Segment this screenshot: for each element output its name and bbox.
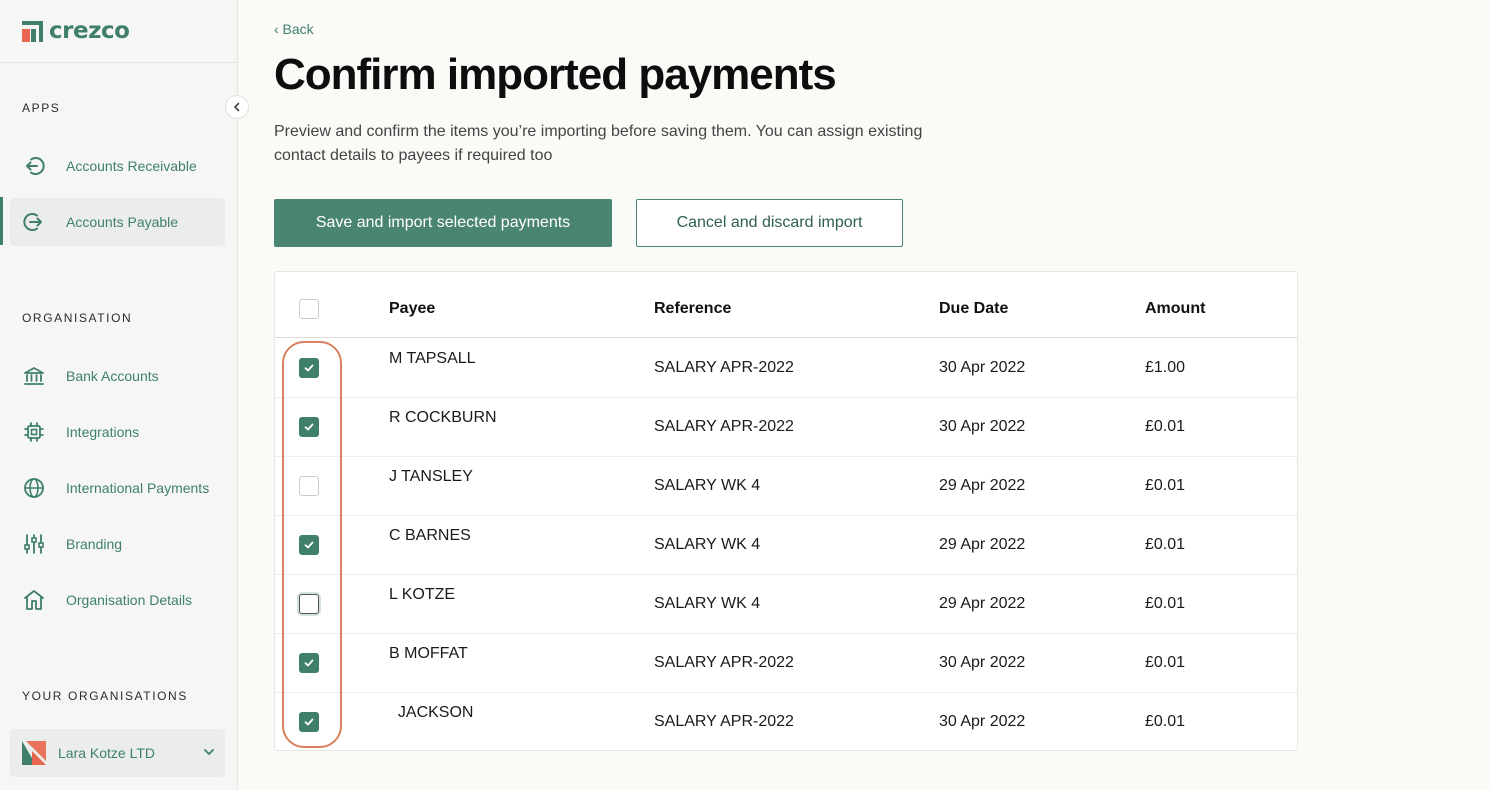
table-row[interactable]: B MOFFAT SALARY APR-2022 30 Apr 2022 £0.01	[275, 634, 1297, 693]
due-date-cell: 29 Apr 2022	[939, 477, 1026, 494]
sidebar: crezco APPS Accounts Receivable Accounts…	[0, 0, 249, 790]
checkmark-icon	[304, 659, 314, 667]
reference-cell: SALARY APR-2022	[654, 418, 794, 435]
amount-cell: £0.01	[1145, 595, 1186, 612]
due-date-cell: 29 Apr 2022	[939, 595, 1026, 612]
sidebar-item-label: Organisation Details	[66, 592, 193, 608]
save-and-import-button[interactable]: Save and import selected payments	[274, 199, 612, 247]
arrow-in-circle-icon	[26, 157, 45, 175]
payments-table: Payee Reference Due Date Amount M TAPSAL…	[274, 271, 1298, 751]
sidebar-item-label: International Payments	[66, 480, 210, 496]
due-date-cell: 30 Apr 2022	[939, 359, 1026, 376]
sidebar-item-label: Branding	[66, 536, 123, 552]
row-select-checkbox[interactable]	[299, 476, 319, 496]
organisation-logo-icon	[22, 741, 46, 765]
organisation-switcher[interactable]: Lara Kotze LTD	[10, 729, 225, 777]
chevron-down-icon	[204, 749, 214, 756]
select-all-checkbox[interactable]	[299, 299, 319, 319]
row-select-checkbox[interactable]	[299, 594, 319, 614]
reference-cell: SALARY WK 4	[654, 595, 761, 612]
table-header: Payee Reference Due Date Amount	[275, 272, 1297, 338]
payee-cell: JACKSON	[389, 704, 474, 721]
crezco-logo-icon	[22, 20, 43, 42]
due-date-cell: 29 Apr 2022	[939, 536, 1026, 553]
table-row[interactable]: JACKSON SALARY APR-2022 30 Apr 2022 £0.01	[275, 693, 1297, 752]
row-select-checkbox[interactable]	[299, 712, 319, 732]
reference-cell: SALARY APR-2022	[654, 359, 794, 376]
reference-cell: SALARY WK 4	[654, 536, 761, 553]
sidebar-item-label: Accounts Payable	[66, 214, 179, 230]
row-select-checkbox[interactable]	[299, 358, 319, 378]
reference-cell: SALARY APR-2022	[654, 713, 794, 730]
collapse-sidebar-button[interactable]	[225, 95, 249, 119]
table-row[interactable]: C BARNES SALARY WK 4 29 Apr 2022 £0.01	[275, 516, 1297, 575]
globe-icon	[24, 478, 44, 498]
table-row[interactable]: L KOTZE SALARY WK 4 29 Apr 2022 £0.01	[275, 575, 1297, 634]
payee-cell: M TAPSALL	[389, 350, 476, 367]
row-select-checkbox[interactable]	[299, 653, 319, 673]
sidebar-item-accounts-payable[interactable]: Accounts Payable	[10, 198, 225, 246]
due-date-cell: 30 Apr 2022	[939, 713, 1026, 730]
organisation-name: Lara Kotze LTD	[58, 745, 156, 761]
checkmark-icon	[304, 364, 314, 372]
sidebar-item-bank-accounts[interactable]: Bank Accounts	[10, 352, 225, 400]
building-icon	[24, 590, 44, 610]
your-organisations-label: YOUR ORGANISATIONS	[22, 689, 188, 703]
sidebar-item-international-payments[interactable]: International Payments	[10, 464, 225, 512]
amount-cell: £0.01	[1145, 477, 1186, 494]
row-select-checkbox[interactable]	[299, 417, 319, 437]
amount-cell: £0.01	[1145, 536, 1186, 553]
cancel-and-discard-button[interactable]: Cancel and discard import	[636, 199, 903, 247]
reference-cell: SALARY WK 4	[654, 477, 761, 494]
sidebar-item-label: Accounts Receivable	[66, 158, 197, 174]
checkmark-icon	[304, 541, 314, 549]
payee-cell: L KOTZE	[389, 586, 456, 603]
column-header-amount: Amount	[1145, 300, 1206, 317]
sidebar-item-accounts-receivable[interactable]: Accounts Receivable	[10, 142, 225, 190]
reference-cell: SALARY APR-2022	[654, 654, 794, 671]
amount-cell: £0.01	[1145, 654, 1186, 671]
table-row[interactable]: M TAPSALL SALARY APR-2022 30 Apr 2022 £1.00	[275, 339, 1297, 398]
payee-cell: C BARNES	[389, 527, 471, 544]
amount-cell: £1.00	[1145, 359, 1186, 376]
crezco-logo[interactable]: crezco	[22, 18, 130, 44]
table-row[interactable]: J TANSLEY SALARY WK 4 29 Apr 2022 £0.01	[275, 457, 1297, 516]
sidebar-item-label: Bank Accounts	[66, 368, 159, 384]
divider	[0, 62, 237, 63]
sidebar-item-label: Integrations	[66, 424, 140, 440]
sidebar-item-organisation-details[interactable]: Organisation Details	[10, 576, 225, 624]
chevron-left-icon	[233, 102, 240, 112]
payee-cell: R COCKBURN	[389, 409, 497, 426]
brand-name: crezco	[49, 18, 130, 44]
sliders-icon	[24, 534, 44, 554]
checkmark-icon	[304, 423, 314, 431]
column-header-reference: Reference	[654, 300, 732, 317]
column-header-due-date: Due Date	[939, 300, 1009, 317]
due-date-cell: 30 Apr 2022	[939, 654, 1026, 671]
arrow-out-circle-icon	[23, 213, 42, 231]
column-header-payee: Payee	[389, 300, 436, 317]
bank-icon	[24, 367, 44, 385]
due-date-cell: 30 Apr 2022	[939, 418, 1026, 435]
organisation-section-label: ORGANISATION	[22, 311, 133, 325]
table-row[interactable]: R COCKBURN SALARY APR-2022 30 Apr 2022 £0.0…	[275, 398, 1297, 457]
page-description: Preview and confirm the items you’re imp…	[274, 123, 923, 164]
back-link[interactable]: ‹ Back	[274, 21, 314, 37]
page-title: Confirm imported payments	[274, 50, 837, 99]
sidebar-item-integrations[interactable]: Integrations	[10, 408, 225, 456]
amount-cell: £0.01	[1145, 418, 1186, 435]
checkmark-icon	[304, 718, 314, 726]
chip-icon	[24, 422, 44, 442]
active-indicator	[0, 197, 3, 245]
payee-cell: J TANSLEY	[389, 468, 473, 485]
amount-cell: £0.01	[1145, 713, 1186, 730]
row-select-checkbox[interactable]	[299, 535, 319, 555]
sidebar-item-branding[interactable]: Branding	[10, 520, 225, 568]
payee-cell: B MOFFAT	[389, 645, 468, 662]
apps-section-label: APPS	[22, 101, 61, 115]
